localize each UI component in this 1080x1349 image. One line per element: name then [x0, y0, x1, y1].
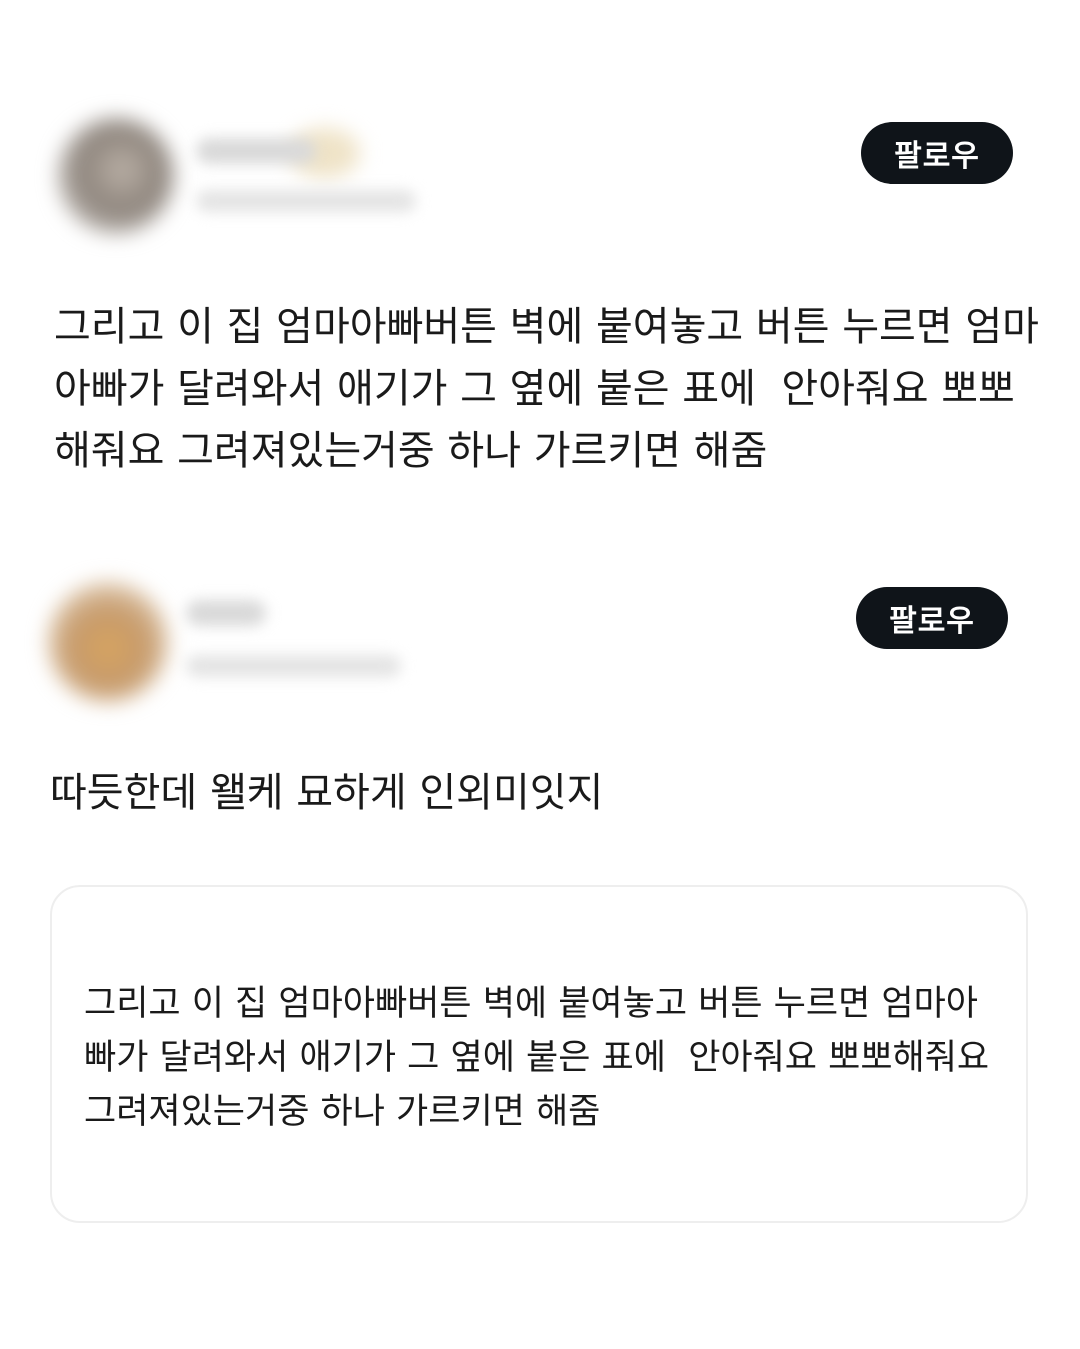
avatar[interactable]: [58, 118, 174, 234]
follow-button[interactable]: 팔로우: [856, 587, 1008, 649]
quoted-post-card[interactable]: 그리고 이 집 엄마아빠버튼 벽에 붙여놓고 버튼 누르면 엄마아빠가 달려와서…: [50, 885, 1028, 1223]
blurred-handle: [186, 655, 401, 677]
blurred-username[interactable]: [196, 138, 316, 164]
post-text: 따듯한데 왤케 묘하게 인외미잇지: [50, 770, 604, 816]
post-text: 그리고 이 집 엄마아빠버튼 벽에 붙여놓고 버튼 누르면 엄마아빠가 달려와서…: [54, 304, 1039, 474]
blurred-username[interactable]: [186, 600, 266, 626]
quoted-post-text: 그리고 이 집 엄마아빠버튼 벽에 붙여놓고 버튼 누르면 엄마아빠가 달려와서…: [84, 984, 1001, 1132]
follow-button[interactable]: 팔로우: [861, 122, 1013, 184]
blurred-handle: [196, 190, 416, 212]
avatar[interactable]: [48, 582, 168, 702]
